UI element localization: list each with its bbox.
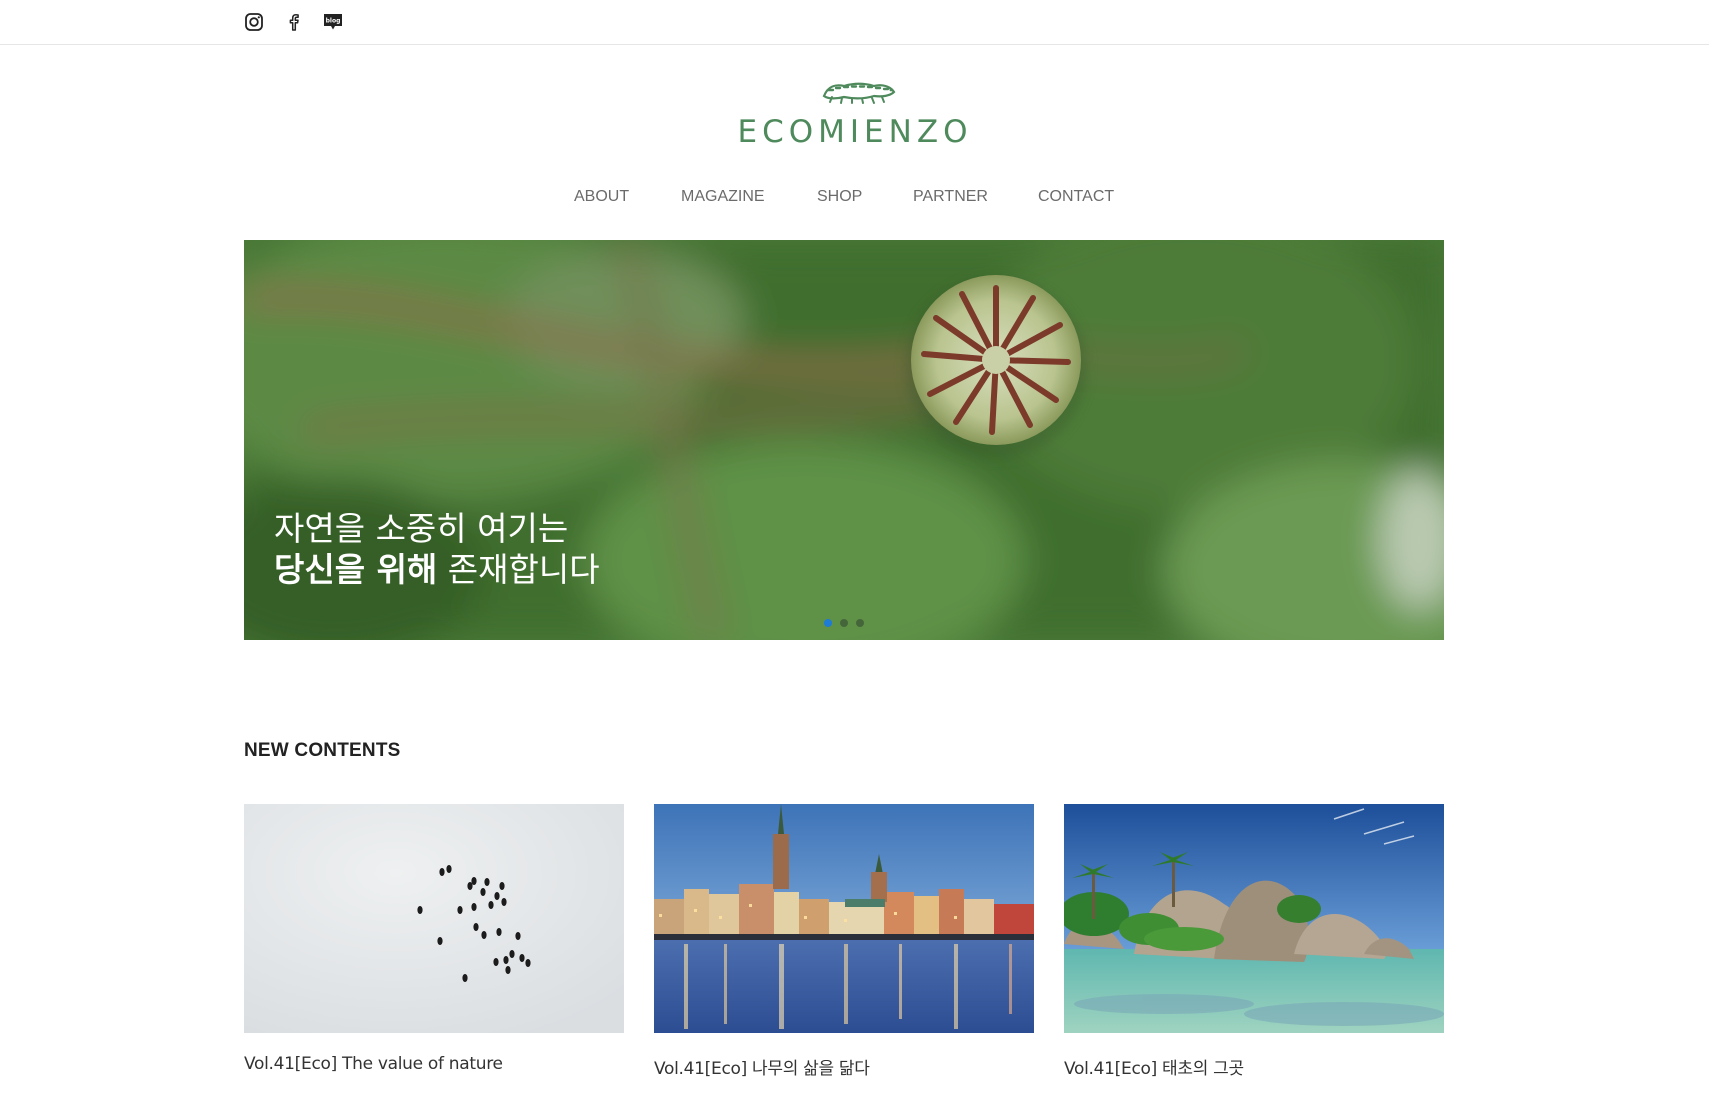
hero-line-2: 당신을 위해 존재합니다 [274, 550, 600, 589]
nav-shop[interactable]: SHOP [817, 188, 862, 212]
instagram-link[interactable] [241, 9, 267, 35]
card-thumbnail[interactable] [244, 804, 624, 1033]
facebook-link[interactable] [281, 9, 307, 35]
slider-dot-2[interactable] [840, 619, 848, 627]
nav-about[interactable]: ABOUT [574, 188, 629, 212]
slider-dot-3[interactable] [856, 619, 864, 627]
instagram-icon [245, 13, 263, 31]
blog-icon: blog [324, 14, 342, 30]
card-caption[interactable]: Vol.41[Eco] 태초의 그곳 [1064, 1054, 1444, 1079]
hero-headline: 자연을 소중히 여기는 당신을 위해 존재합니다 [274, 508, 600, 590]
nav-contact[interactable]: CONTACT [1038, 188, 1114, 212]
hero-line-1: 자연을 소중히 여기는 [274, 509, 569, 548]
content-card[interactable]: Vol.41[Eco] 태초의 그곳 [1064, 804, 1444, 1079]
blog-icon-label: blog [326, 18, 341, 25]
hero-line-2-rest: 존재합니다 [437, 550, 600, 589]
hero-slider[interactable]: 자연을 소중히 여기는 당신을 위해 존재합니다 [244, 240, 1444, 640]
card-caption[interactable]: Vol.41[Eco] The value of nature [244, 1054, 624, 1074]
hero-line-2-bold: 당신을 위해 [274, 550, 438, 589]
tropical-rocky-beach-image [1064, 804, 1444, 1033]
nav-partner[interactable]: PARTNER [913, 188, 988, 212]
penguins-on-snow-image [244, 804, 624, 1033]
site-logo[interactable]: ECOMIENZO [724, 80, 986, 150]
card-thumbnail[interactable] [1064, 804, 1444, 1033]
slider-dot-1[interactable] [824, 619, 832, 627]
content-card[interactable]: Vol.41[Eco] 나무의 삶을 닮다 [654, 804, 1034, 1079]
caterpillar-logo [822, 82, 896, 104]
facebook-icon [289, 14, 299, 31]
content-card[interactable]: Vol.41[Eco] The value of nature [244, 804, 624, 1074]
card-caption[interactable]: Vol.41[Eco] 나무의 삶을 닮다 [654, 1054, 1034, 1079]
top-bar: blog [0, 0, 1709, 45]
logo-text: ECOMIENZO [737, 114, 973, 150]
slider-pagination [824, 619, 864, 627]
card-thumbnail[interactable] [654, 804, 1034, 1033]
nav-magazine[interactable]: MAGAZINE [681, 188, 765, 212]
blog-link[interactable]: blog [320, 9, 346, 35]
section-title: NEW CONTENTS [244, 740, 401, 761]
city-waterfront-dusk-image [654, 804, 1034, 1033]
